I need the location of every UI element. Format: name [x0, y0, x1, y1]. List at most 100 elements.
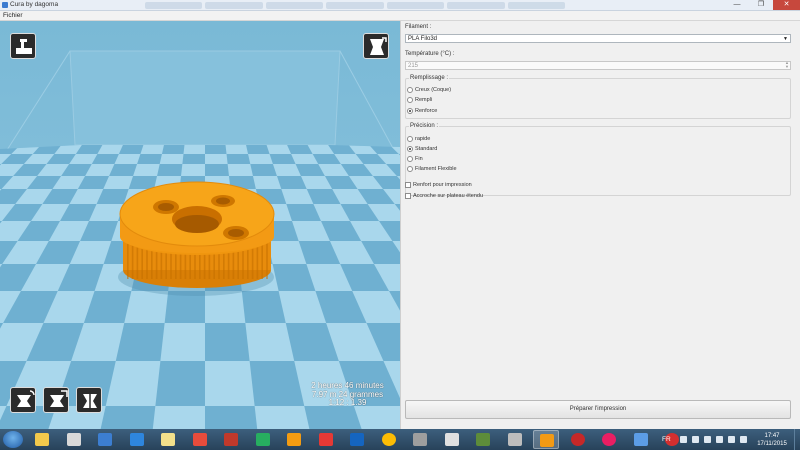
taskbar-app-gift[interactable] [218, 430, 244, 449]
temperature-label: Température (°C) : [405, 51, 455, 57]
taskbar-app-sketchup[interactable] [313, 430, 339, 449]
menubar: Fichier [0, 11, 800, 21]
taskbar-app-pocket[interactable] [187, 430, 213, 449]
radio-icon [407, 155, 413, 162]
grid-tile [183, 145, 205, 154]
grid-tile [245, 323, 295, 361]
filament-select[interactable]: PLA Filo3d ▼ [405, 34, 791, 43]
photoshop-icon [350, 433, 364, 446]
apps-grid-icon [66, 433, 81, 446]
fill-option-reinforced[interactable]: Renforce [407, 106, 437, 115]
support-label: Renfort pour impression [413, 181, 472, 188]
explorer-icon [35, 433, 49, 446]
temperature-value: 215 [408, 63, 419, 69]
precision-option-label: rapide [415, 135, 431, 142]
taskbar-app-photoshop[interactable] [344, 430, 370, 449]
mirror-icon [83, 391, 97, 411]
grid-tile [205, 154, 228, 164]
radio-icon [407, 165, 413, 172]
taskbar-app-explorer[interactable] [29, 430, 55, 449]
fill-option-filled[interactable]: Rempli [407, 95, 432, 104]
taskbar-app-itunes[interactable] [596, 430, 622, 449]
precision-option-label: Standard [415, 145, 438, 152]
minimize-button[interactable]: — [726, 0, 748, 10]
taskbar-app-chat[interactable] [628, 430, 654, 449]
language-indicator[interactable]: FR [662, 436, 671, 443]
mirror-button[interactable] [76, 387, 102, 413]
menu-file[interactable]: Fichier [3, 12, 23, 19]
taskbar-app-apps-grid[interactable] [61, 430, 87, 449]
grid-tile [159, 154, 184, 164]
volume-icon[interactable] [740, 436, 747, 443]
battery-icon[interactable] [716, 436, 723, 443]
precision-option-fast[interactable]: rapide [407, 134, 430, 143]
precision-option-fine[interactable]: Fin [407, 154, 423, 163]
taskbar-app-store[interactable] [250, 430, 276, 449]
precision-option-flexible[interactable]: Filament Flexible [407, 164, 457, 173]
taskbar-app-notepad[interactable] [439, 430, 465, 449]
app-icon [2, 2, 8, 8]
fill-option-label: Rempli [415, 96, 433, 103]
grid-tile [227, 164, 253, 176]
taskbar-app-teamviewer[interactable] [124, 430, 150, 449]
cura-icon [540, 434, 554, 447]
radio-selected-icon [407, 145, 413, 152]
precision-option-standard[interactable]: Standard [407, 144, 437, 153]
teamviewer-icon [129, 433, 144, 446]
pulley-model[interactable] [119, 181, 275, 288]
clock[interactable]: 17:47 17/11/2015 [752, 432, 792, 448]
taskbar-app-folder[interactable] [155, 430, 181, 449]
settings-panel: Filament : PLA Filo3d ▼ Température (°C)… [400, 21, 800, 429]
window-titlebar: Cura by dagoma — ❐ ✕ [0, 0, 800, 11]
pulley-tooth [266, 241, 268, 279]
tray-chevron-icon[interactable] [680, 436, 687, 443]
show-desktop-button[interactable] [794, 429, 800, 450]
filament-value: PLA Filo3d [408, 36, 438, 42]
action-center-icon[interactable] [692, 436, 699, 443]
maximize-button[interactable]: ❐ [750, 0, 772, 10]
spin-arrows-icon[interactable]: ▲ ▼ [785, 61, 789, 69]
prepare-print-button[interactable]: Préparer l'impression [405, 400, 791, 419]
webcam-icon [507, 433, 522, 446]
taskbar-app-remote[interactable] [407, 430, 433, 449]
flag-icon[interactable] [704, 436, 711, 443]
view-mode-button[interactable] [363, 33, 389, 59]
print-estimate: 2 heures 46 minutes 7.97 m 24 grammes 1:… [300, 381, 395, 408]
adhesion-label: Accroche sur plateau étendu [413, 192, 484, 199]
view-mode-icon [370, 37, 387, 55]
precision-option-label: Filament Flexible [415, 165, 457, 172]
grid-tile [205, 361, 255, 406]
fill-option-hollow[interactable]: Creux (Coque) [407, 85, 451, 94]
background-window-tabs [145, 2, 565, 9]
grid-tile [205, 291, 246, 323]
support-checkbox[interactable]: Renfort pour impression [405, 180, 472, 189]
close-button[interactable]: ✕ [773, 0, 800, 10]
taskbar-app-media[interactable] [92, 430, 118, 449]
gift-icon [224, 433, 238, 446]
checkbox-icon [405, 181, 411, 188]
network-icon[interactable] [728, 436, 735, 443]
taskbar-app-cura[interactable] [533, 430, 559, 449]
taskbar: FR 17:47 17/11/2015 [0, 429, 800, 450]
rotate-icon [17, 390, 35, 407]
taskbar-app-chrome[interactable] [376, 430, 402, 449]
store-icon [255, 433, 270, 446]
precision-option-label: Fin [415, 155, 423, 162]
grid-tile [160, 323, 205, 361]
temperature-input[interactable]: 215 ▲ ▼ [405, 61, 791, 70]
3d-viewport[interactable]: 2 heures 46 minutes 7.97 m 24 grammes 1:… [0, 21, 400, 429]
adhesion-checkbox[interactable]: Accroche sur plateau étendu [405, 191, 483, 200]
taskbar-app-tools[interactable] [470, 430, 496, 449]
checkbox-icon [405, 192, 411, 199]
taskbar-app-webcam[interactable] [502, 430, 528, 449]
rotate-button[interactable] [10, 387, 36, 413]
filament-label: Filament : [405, 24, 432, 30]
load-model-icon [16, 39, 32, 54]
radio-icon [407, 96, 413, 103]
load-model-button[interactable] [10, 33, 36, 59]
start-button[interactable] [3, 431, 23, 448]
radio-icon [407, 86, 413, 93]
taskbar-app-msi[interactable] [565, 430, 591, 449]
taskbar-app-video[interactable] [281, 430, 307, 449]
scale-button[interactable] [43, 387, 69, 413]
